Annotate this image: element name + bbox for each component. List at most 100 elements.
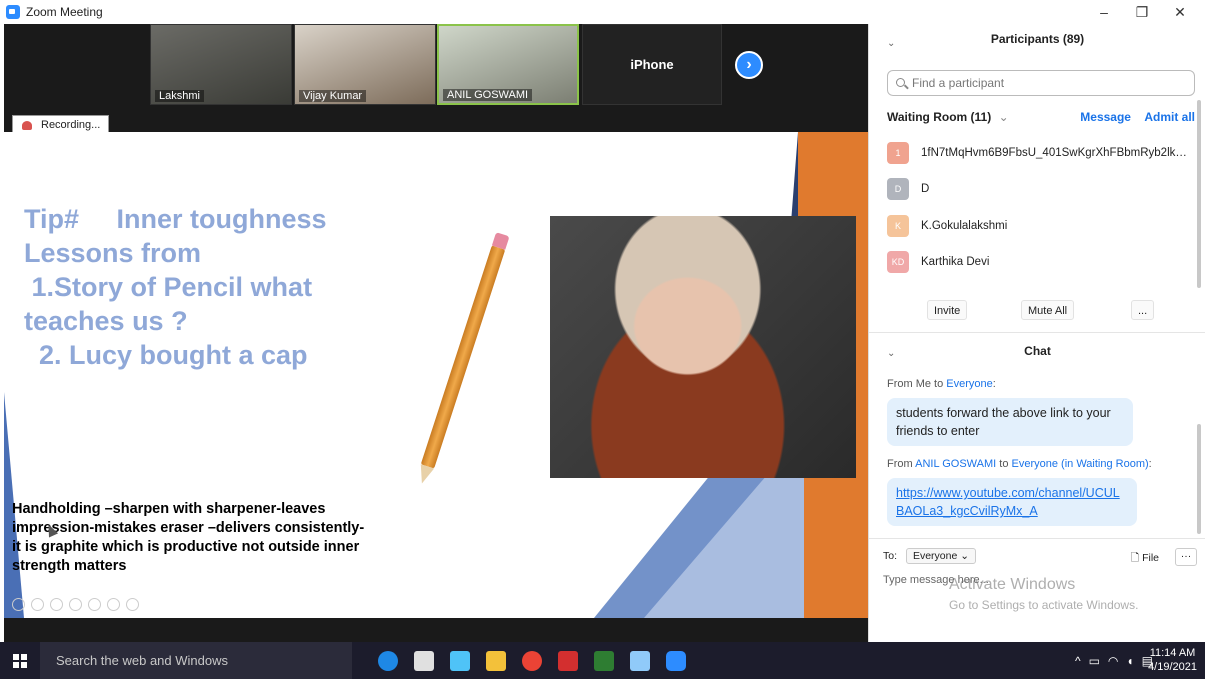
acrobat-icon[interactable]	[550, 642, 586, 679]
annotation-tool-icon[interactable]	[50, 598, 63, 611]
slide-line: teaches us ?	[24, 306, 188, 336]
video-strip: Lakshmi Vijay Kumar ANIL GOSWAMI iPhone …	[4, 24, 868, 132]
find-participant-input[interactable]: Find a participant	[887, 70, 1195, 96]
participant-name: Karthika Devi	[921, 256, 990, 268]
zoom-icon[interactable]	[658, 642, 694, 679]
annotation-tool-icon[interactable]	[107, 598, 120, 611]
message-sender-line: From Me to Everyone:	[887, 378, 996, 390]
volume-icon[interactable]: ◖	[1126, 654, 1133, 668]
divider	[869, 332, 1205, 333]
chat-recipient-row: To: Everyone ⌄ 🗋 File ···	[883, 548, 1197, 568]
window-title: Zoom Meeting	[26, 5, 103, 19]
recipient-label[interactable]: Everyone (in Waiting Room)	[1012, 458, 1149, 470]
file-label: File	[1142, 552, 1159, 564]
pencil-image	[420, 245, 506, 469]
invite-button[interactable]: Invite	[927, 300, 968, 320]
tile-name: iPhone	[630, 57, 674, 72]
admit-all-button[interactable]: Admit all	[1144, 110, 1195, 124]
annotation-tool-icon[interactable]	[69, 598, 82, 611]
windows-taskbar: Search the web and Windows ^ ▭ ◠ ◖ ▤ 11:…	[0, 642, 1205, 679]
participants-scrollbar[interactable]	[1197, 100, 1201, 288]
slide-line: Lessons from	[24, 238, 202, 268]
tile-name: ANIL GOSWAMI	[443, 89, 533, 101]
side-panel: ⌄ Participants (89) Find a participant W…	[868, 24, 1205, 642]
recipient-label[interactable]: Everyone	[946, 378, 992, 390]
show-hidden-icons-icon[interactable]: ^	[1075, 654, 1081, 668]
taskbar-search[interactable]: Search the web and Windows	[40, 642, 352, 679]
activate-windows-watermark: Activate Windows	[949, 576, 1076, 593]
chat-more-button[interactable]: ···	[1175, 548, 1197, 566]
sender-label[interactable]: ANIL GOSWAMI	[915, 458, 996, 470]
annotation-tool-icon[interactable]	[88, 598, 101, 611]
title-bar: Zoom Meeting – ❐ ✕	[0, 0, 1205, 24]
find-placeholder: Find a participant	[912, 76, 1005, 90]
annotation-tool-icon[interactable]	[126, 598, 139, 611]
edge-icon[interactable]	[370, 642, 406, 679]
participants-title: Participants (89)	[990, 32, 1085, 46]
close-button[interactable]: ✕	[1162, 0, 1198, 24]
notepad-icon[interactable]	[622, 642, 658, 679]
photos-icon[interactable]	[442, 642, 478, 679]
sender-suffix: :	[1148, 458, 1152, 470]
slide-line: 2. Lucy bought a cap	[24, 340, 308, 370]
start-button[interactable]	[0, 642, 40, 679]
to-label: To:	[883, 550, 898, 562]
excel-icon[interactable]	[586, 642, 622, 679]
chrome-icon[interactable]	[514, 642, 550, 679]
file-explorer-icon[interactable]	[478, 642, 514, 679]
recipient-select[interactable]: Everyone ⌄	[905, 548, 977, 564]
sender-suffix: :	[992, 378, 996, 390]
slide-line: 1.Story of Pencil what	[24, 272, 313, 302]
slide-heading: Tip# Inner toughness Lessons from 1.Stor…	[24, 202, 327, 372]
video-tile-vijay-kumar[interactable]: Vijay Kumar	[294, 24, 436, 105]
wifi-icon[interactable]: ◠	[1108, 654, 1118, 668]
store-icon[interactable]	[406, 642, 442, 679]
waiting-participant[interactable]: K K.Gokulalakshmi	[887, 214, 1195, 238]
participant-name: 1fN7tMqHvm6B9FbsU_401SwKgrXhFBbmRyb2lkU2…	[921, 147, 1195, 159]
tile-name: Lakshmi	[155, 90, 204, 102]
avatar: D	[887, 178, 909, 200]
zoom-logo-icon	[6, 5, 20, 19]
waiting-participant[interactable]: D D	[887, 177, 1195, 201]
chevron-down-icon[interactable]: ⌄	[999, 110, 1009, 124]
divider	[869, 538, 1205, 539]
video-tile-lakshmi[interactable]: Lakshmi	[150, 24, 292, 105]
network-icon[interactable]: ▭	[1089, 654, 1100, 668]
windows-logo-icon	[13, 653, 27, 668]
file-button[interactable]: 🗋 File	[1131, 550, 1159, 568]
chat-message: students forward the above link to your …	[887, 398, 1133, 446]
clock[interactable]: 11:14 AM 4/19/2021	[1148, 646, 1197, 674]
sender-prefix: From Me to	[887, 378, 947, 390]
video-tile-iphone[interactable]: iPhone	[582, 24, 722, 105]
avatar: 1	[887, 142, 909, 164]
meeting-area: Lakshmi Vijay Kumar ANIL GOSWAMI iPhone …	[4, 24, 868, 642]
more-options-button[interactable]: ...	[1131, 300, 1155, 320]
video-tile-anil-goswami[interactable]: ANIL GOSWAMI	[437, 24, 579, 105]
annotation-tool-icon[interactable]	[31, 598, 44, 611]
chat-scrollbar[interactable]	[1197, 424, 1201, 534]
restore-button[interactable]: ❐	[1124, 0, 1160, 24]
slide-line: Tip# Inner toughness	[24, 204, 327, 234]
shared-slide: Tip# Inner toughness Lessons from 1.Stor…	[4, 132, 868, 618]
mute-all-button[interactable]: Mute All	[1021, 300, 1075, 320]
message-button[interactable]: Message	[1080, 110, 1131, 124]
waiting-participant[interactable]: KD Karthika Devi	[887, 250, 1195, 274]
avatar: KD	[887, 251, 909, 273]
slide-annotation-toolbar[interactable]	[12, 598, 139, 611]
message-sender-line: From ANIL GOSWAMI to Everyone (in Waitin…	[887, 458, 1152, 470]
minimize-button[interactable]: –	[1086, 0, 1122, 24]
system-tray: ^ ▭ ◠ ◖ ▤	[1075, 642, 1153, 679]
woman-in-cap-photo	[550, 216, 856, 478]
clock-time: 11:14 AM	[1149, 647, 1196, 659]
sender-mid: to	[996, 458, 1012, 470]
waiting-room-label[interactable]: Waiting Room (11)	[887, 110, 991, 124]
slide-body-text: Handholding –sharpen with sharpener-leav…	[12, 501, 365, 574]
clock-date: 4/19/2021	[1148, 661, 1197, 673]
annotation-tool-icon[interactable]	[12, 598, 25, 611]
next-page-button[interactable]: ›	[735, 51, 763, 79]
youtube-link[interactable]: https://www.youtube.com/channel/UCULBAOL…	[896, 486, 1120, 518]
activate-windows-subtext: Go to Settings to activate Windows.	[949, 598, 1139, 612]
tile-name: Vijay Kumar	[299, 90, 367, 102]
participant-name: D	[921, 183, 930, 195]
waiting-participant[interactable]: 1 1fN7tMqHvm6B9FbsU_401SwKgrXhFBbmRyb2lk…	[887, 141, 1195, 165]
